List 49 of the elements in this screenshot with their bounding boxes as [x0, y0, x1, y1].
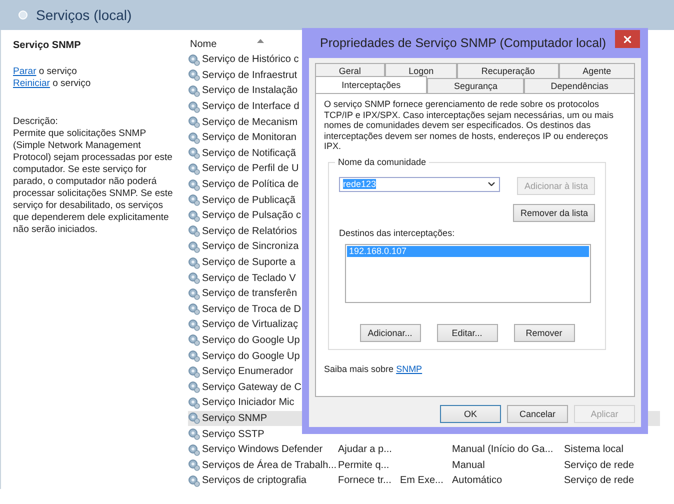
service-name: Serviço de Notificaçã	[202, 148, 296, 159]
service-name: Serviço de Suporte a	[202, 257, 296, 268]
service-name: Serviço SSTP	[202, 428, 264, 440]
service-description: Ajudar a p...	[338, 444, 392, 456]
startup-type: Manual	[452, 460, 485, 471]
dialog-title: Propriedades de Serviço SNMP (Computador local)	[320, 36, 606, 50]
group-label: Nome da comunidade	[335, 156, 430, 166]
service-name: Serviço de Interface d	[202, 101, 300, 112]
service-name: Serviço do Google Up	[202, 334, 300, 346]
pane-title: Serviços (local)	[36, 7, 132, 23]
logon-account: Serviço de rede	[564, 460, 634, 471]
intro-text: O serviço SNMP fornece gerenciamento de rede sobre os protocolos TCP/IP e IPX/SPX. Caso interceptações sejam necessárias, um ou mais nomes de comunidades devem ser especificados. Os destinos das interceptações devem ser nomes de hosts, endereços IP ou endereços IPX.	[324, 99, 614, 152]
service-title: Serviço SNMP	[13, 40, 82, 52]
service-name: Serviço de Perfil de U	[202, 163, 299, 174]
service-description: Permite q...	[338, 460, 390, 471]
service-name: Serviço de Teclado V	[202, 272, 296, 284]
service-name: Serviço de Infraestrut	[202, 70, 298, 81]
service-name: Serviço de Histórico c	[202, 54, 299, 66]
service-status: Em Exe...	[400, 475, 444, 486]
logon-account: Serviço de rede	[564, 475, 634, 486]
service-name: Serviço de Sincroniza	[202, 241, 299, 252]
description-label: Descrição:	[13, 116, 59, 128]
service-name: Serviços de criptografia	[202, 475, 306, 486]
service-name: Serviço de Pulsação c	[202, 210, 301, 222]
service-name: Serviço de Mecanism	[202, 116, 298, 128]
action-text: o serviço	[52, 78, 91, 89]
service-name: Serviço de Relatórios	[202, 226, 298, 237]
service-name: Serviço de transferên	[202, 288, 298, 300]
service-name: Serviço de Publicaçã	[202, 194, 296, 206]
logon-account: Sistema local	[564, 444, 624, 456]
startup-type: Automático	[452, 475, 502, 486]
service-name: Serviço Windows Defender	[202, 444, 323, 456]
service-name: Serviço de Troca de D	[202, 304, 301, 315]
description-text: Permite que solicitações SNMP (Simple Network Management Protocol) sejam processadas por este computador. Se este serviço for parado, o computador não poderá processar solicitações SNMP. Se este serviço for desabilitado, os serviços que dependerem dele explicitamente não serão iniciados.	[13, 128, 174, 236]
service-name: Serviço de Monitoran	[202, 132, 296, 144]
startup-type: Manual (Início do Ga...	[452, 444, 554, 456]
service-name: Serviço Enumerador	[202, 366, 294, 378]
service-name: Serviço Iniciador Mic	[202, 397, 294, 408]
service-description: Fornece tr...	[338, 475, 392, 486]
service-name: Serviço de Instalação	[202, 85, 298, 96]
service-name: Serviço de Virtualizaç	[202, 319, 298, 330]
service-name: Serviço SNMP	[202, 412, 268, 424]
service-name: Serviço do Google Up	[202, 350, 300, 362]
service-name: Serviço de Política de	[202, 179, 299, 190]
destinations-label: Destinos das interceptações:	[339, 228, 456, 238]
service-name: Serviço Gateway de C	[202, 382, 302, 393]
learn-more-text: Saiba mais sobre	[324, 364, 394, 374]
action-text: o serviço	[38, 66, 77, 77]
service-name: Serviços de Área de Trabalh...	[202, 460, 337, 471]
